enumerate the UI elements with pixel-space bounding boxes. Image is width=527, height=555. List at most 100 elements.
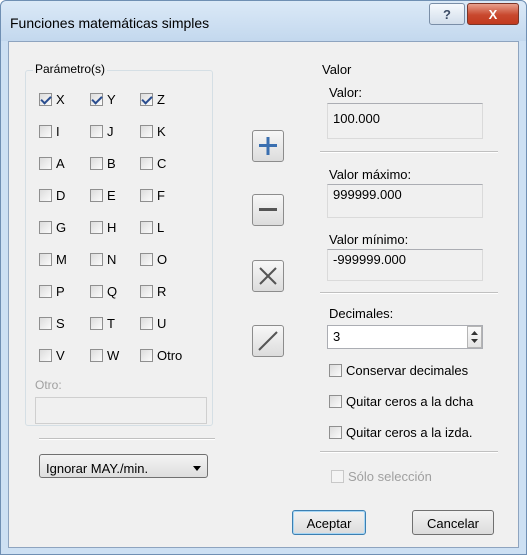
checkbox-box (140, 157, 153, 170)
param-checkbox-label: F (157, 188, 165, 203)
checkbox-box (140, 189, 153, 202)
param-checkbox-g[interactable]: G (39, 220, 66, 235)
param-checkbox-c[interactable]: C (140, 156, 166, 171)
param-checkbox-label: D (56, 188, 66, 203)
checkbox-box (39, 253, 52, 266)
chevron-down-icon (193, 466, 201, 471)
window-title: Funciones matemáticas simples (10, 15, 210, 31)
checkbox-box (140, 221, 153, 234)
param-checkbox-y[interactable]: Y (90, 92, 116, 107)
spinner-arrows-icon (471, 331, 478, 343)
trim-right-checkbox[interactable]: Quitar ceros a la dcha (329, 394, 473, 409)
minus-icon (259, 208, 277, 211)
param-checkbox-l[interactable]: L (140, 220, 164, 235)
subtract-button[interactable] (252, 194, 284, 226)
decimals-label: Decimales: (329, 306, 394, 321)
accept-button[interactable]: Aceptar (292, 510, 366, 535)
checkbox-box (39, 349, 52, 362)
param-checkbox-w[interactable]: W (90, 348, 119, 363)
param-checkbox-label: Z (157, 92, 165, 107)
param-checkbox-u[interactable]: U (140, 316, 166, 331)
close-button[interactable]: X (467, 3, 519, 25)
left-separator (39, 438, 215, 440)
help-button[interactable]: ? (429, 3, 465, 25)
param-checkbox-q[interactable]: Q (90, 284, 117, 299)
checkbox-box (39, 125, 52, 138)
param-checkbox-label: N (107, 252, 117, 267)
param-checkbox-n[interactable]: N (90, 252, 116, 267)
value-label: Valor: (329, 85, 362, 100)
parameters-legend: Parámetro(s) (33, 62, 108, 76)
param-checkbox-label: Otro (157, 348, 183, 363)
param-checkbox-label: E (107, 188, 116, 203)
param-checkbox-h[interactable]: H (90, 220, 116, 235)
value-field[interactable]: 100.000 (327, 103, 483, 139)
param-checkbox-p[interactable]: P (39, 284, 65, 299)
param-checkbox-f[interactable]: F (140, 188, 165, 203)
add-button[interactable] (252, 130, 284, 162)
param-checkbox-label: J (107, 124, 114, 139)
dialog-client-area: Parámetro(s) X Y Z I J K A B C D E F G H L M N O P Q R S T U V W O… (8, 41, 519, 548)
selection-only-checkbox[interactable]: Sólo selección (331, 469, 432, 484)
plus-icon (259, 137, 277, 155)
param-checkbox-label: A (56, 156, 65, 171)
decimals-input[interactable]: 3 (327, 325, 483, 349)
decimals-spinner[interactable] (467, 326, 482, 348)
checkbox-box (140, 253, 153, 266)
param-checkbox-label: U (157, 316, 167, 331)
param-checkbox-r[interactable]: R (140, 284, 166, 299)
param-checkbox-j[interactable]: J (90, 124, 114, 139)
checkbox-box (39, 93, 52, 106)
min-value-field[interactable]: -999999.000 (327, 249, 483, 281)
param-checkbox-d[interactable]: D (39, 188, 65, 203)
param-checkbox-t[interactable]: T (90, 316, 115, 331)
param-checkbox-label: M (56, 252, 67, 267)
checkbox-box (329, 395, 342, 408)
cancel-button[interactable]: Cancelar (412, 510, 494, 535)
param-checkbox-v[interactable]: V (39, 348, 65, 363)
param-checkbox-label: W (107, 348, 120, 363)
checkbox-box (39, 189, 52, 202)
valor-separator-3 (320, 451, 498, 453)
param-checkbox-label: Y (107, 92, 116, 107)
divide-icon (258, 331, 278, 351)
checkbox-box (90, 221, 103, 234)
valor-separator-1 (320, 151, 498, 153)
multiply-button[interactable] (252, 260, 284, 292)
param-checkbox-x[interactable]: X (39, 92, 65, 107)
param-checkbox-s[interactable]: S (39, 316, 65, 331)
close-icon: X (488, 6, 498, 22)
title-bar: Funciones matemáticas simples ? X (1, 1, 526, 41)
param-checkbox-m[interactable]: M (39, 252, 67, 267)
help-icon: ? (443, 6, 451, 22)
checkbox-box (90, 285, 103, 298)
param-checkbox-i[interactable]: I (39, 124, 60, 139)
keep-decimals-checkbox[interactable]: Conservar decimales (329, 363, 468, 378)
param-checkbox-z[interactable]: Z (140, 92, 165, 107)
checkbox-box (140, 349, 153, 362)
other-label: Otro: (35, 378, 62, 392)
multiply-icon (259, 267, 277, 285)
case-select-value: Ignorar MAY./min. (46, 461, 149, 476)
param-checkbox-otro[interactable]: Otro (140, 348, 182, 363)
param-checkbox-a[interactable]: A (39, 156, 65, 171)
param-checkbox-b[interactable]: B (90, 156, 116, 171)
param-checkbox-o[interactable]: O (140, 252, 167, 267)
checkbox-box (39, 317, 52, 330)
trim-left-checkbox[interactable]: Quitar ceros a la izda. (329, 425, 472, 440)
param-checkbox-label: B (107, 156, 116, 171)
checkbox-box (140, 285, 153, 298)
case-select[interactable]: Ignorar MAY./min. (39, 454, 208, 478)
checkbox-box (329, 364, 342, 377)
param-checkbox-k[interactable]: K (140, 124, 166, 139)
checkbox-box (331, 470, 344, 483)
checkbox-box (39, 285, 52, 298)
max-value-field[interactable]: 999999.000 (327, 184, 483, 218)
checkbox-box (39, 221, 52, 234)
trim-right-label: Quitar ceros a la dcha (346, 394, 474, 409)
param-checkbox-label: P (56, 284, 65, 299)
divide-button[interactable] (252, 325, 284, 357)
param-checkbox-label: T (107, 316, 115, 331)
other-input[interactable] (35, 397, 207, 424)
param-checkbox-e[interactable]: E (90, 188, 116, 203)
